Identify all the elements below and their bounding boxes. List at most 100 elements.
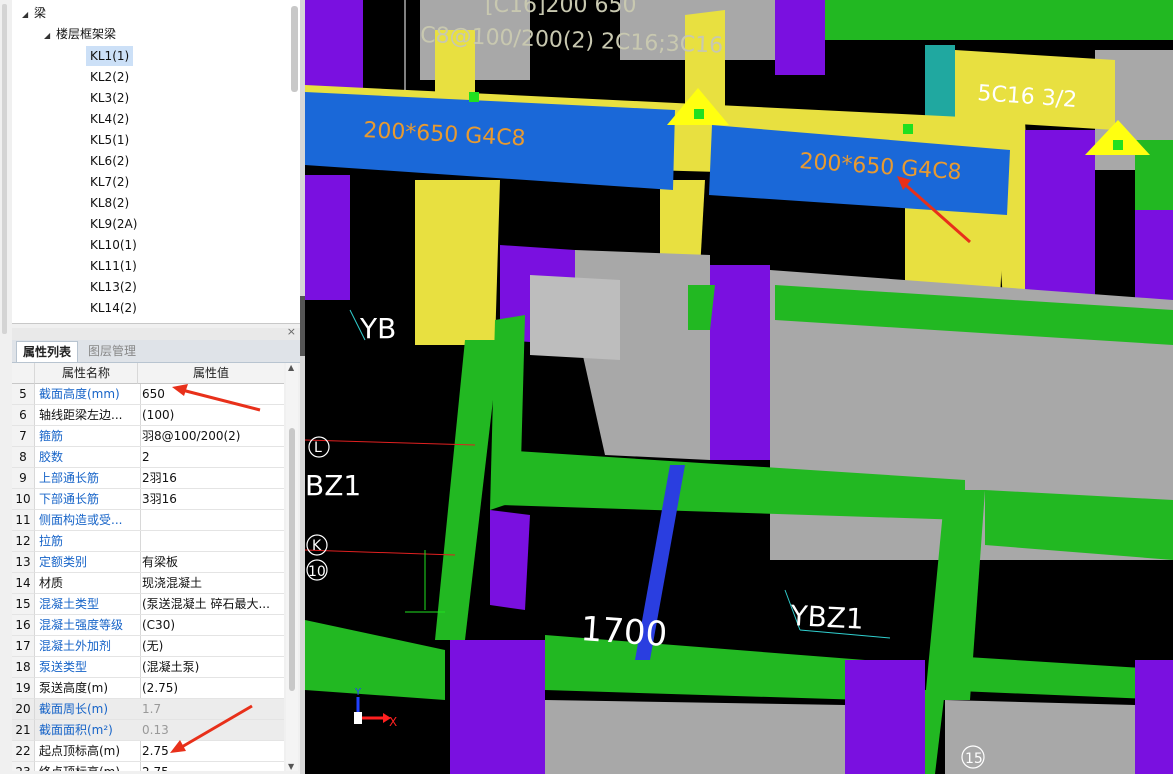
tree-item[interactable]: KL10(1) (90, 235, 137, 255)
row-number: 17 (12, 636, 35, 657)
gizmo-x-label: X (389, 715, 397, 729)
property-grid: 属性名称 属性值 5 截面高度(mm) 650 6 轴线距梁左边... (100) 7 箍筋⽻… (12, 363, 284, 771)
property-name: 侧面构造或受... (35, 510, 141, 531)
dimension-label: 1700 (579, 609, 668, 655)
row-number: 6 (12, 405, 35, 426)
property-value[interactable]: 3⽻16 (138, 489, 284, 510)
grid-scrollbar[interactable]: ▲ ▼ (286, 363, 298, 771)
property-row[interactable]: 21 截面面积(m²) 0.13 (12, 720, 284, 741)
property-value[interactable]: 2⽻16 (138, 468, 284, 489)
tree-item[interactable]: KL13(2) (90, 277, 137, 297)
property-row[interactable]: 6 轴线距梁左边... (100) (12, 405, 284, 426)
property-name: 混凝土强度等级 (35, 615, 141, 636)
property-value[interactable]: 现浇混凝土 (138, 573, 284, 594)
tree-item[interactable]: KL3(2) (90, 88, 129, 108)
collapse-triangle-icon[interactable]: ◢ (44, 26, 56, 46)
property-value[interactable]: 0.13 (138, 720, 284, 741)
property-value[interactable]: (混凝土泵) (138, 657, 284, 678)
property-value[interactable]: (C30) (138, 615, 284, 636)
property-row[interactable]: 9 上部通长筋 2⽻16 (12, 468, 284, 489)
close-icon[interactable]: × (287, 325, 296, 338)
axis-label-15: 15 (965, 751, 983, 767)
tab-property-list[interactable]: 属性列表 (16, 341, 79, 362)
property-name: 轴线距梁左边... (35, 405, 141, 426)
tree-group-frame-beam[interactable]: ◢ 楼层框架梁 (44, 24, 116, 44)
tree-item[interactable]: KL9(2A) (90, 214, 137, 234)
row-number: 14 (12, 573, 35, 594)
property-value[interactable]: (2.75) (138, 678, 284, 699)
gizmo-y-label: Y (354, 687, 362, 698)
property-name: 混凝土类型 (35, 594, 141, 615)
property-name: 材质 (35, 573, 141, 594)
property-row[interactable]: 7 箍筋 ⽻8@100/200(2) (12, 426, 284, 447)
ybz-left-label: BZ1 (305, 469, 361, 502)
property-row[interactable]: 22 起点顶标高(m) 2.75 (12, 741, 284, 762)
collapse-triangle-icon[interactable]: ◢ (22, 5, 34, 25)
property-name: 起点顶标高(m) (35, 741, 141, 762)
tree-item[interactable]: KL11(1) (90, 256, 137, 276)
property-row[interactable]: 5 截面高度(mm) 650 (12, 384, 284, 405)
row-number: 13 (12, 552, 35, 573)
tab-layer-manager[interactable]: 图层管理 (82, 341, 142, 361)
tree-item[interactable]: KL2(2) (90, 67, 129, 87)
tree-item[interactable]: KL4(2) (90, 109, 129, 129)
property-value[interactable]: 2 (138, 447, 284, 468)
property-row[interactable]: 23终点顶标高(m)2.75 (12, 762, 284, 771)
tree-item[interactable]: KL1(1) (86, 46, 134, 66)
property-row[interactable]: 15 混凝土类型 (泵送混凝土 碎石最大... (12, 594, 284, 615)
tree-root-beam[interactable]: ◢ 梁 (22, 3, 46, 23)
axis-label-10: 10 (308, 564, 326, 580)
property-row[interactable]: 16 混凝土强度等级 (C30) (12, 615, 284, 636)
axis-label-L: L (314, 440, 322, 456)
props-tabs: 属性列表 图层管理 (12, 340, 300, 363)
property-value[interactable]: ⽻8@100/200(2) (138, 426, 284, 447)
tree-item[interactable]: KL7(2) (90, 172, 129, 192)
property-row[interactable]: 10 下部通长筋 3⽻16 (12, 489, 284, 510)
model-canvas[interactable]: [C16]200 650 C8@100/200(2) 2C16;3C16 5C1… (305, 0, 1173, 774)
property-value[interactable]: 1.7 (138, 699, 284, 720)
property-row[interactable]: 20 截面周长(m) 1.7 (12, 699, 284, 720)
property-row[interactable]: 18 泵送类型 (混凝土泵) (12, 657, 284, 678)
property-row[interactable]: 13 定额类别 有梁板 (12, 552, 284, 573)
ybz-right-label: YBZ1 (789, 599, 865, 636)
property-row[interactable]: 19 泵送高度(m) (2.75) (12, 678, 284, 699)
property-value[interactable]: 有梁板 (138, 552, 284, 573)
property-name: 截面面积(m²) (35, 720, 141, 741)
property-name: 截面周长(m) (35, 699, 141, 720)
property-row[interactable]: 11 侧面构造或受... (12, 510, 284, 531)
property-value[interactable] (138, 531, 284, 552)
tree-item[interactable]: KL14(2) (90, 298, 137, 318)
row-number: 18 (12, 657, 35, 678)
property-value[interactable]: (无) (138, 636, 284, 657)
tree-scrollbar[interactable] (291, 6, 298, 92)
axis-label-K: K (312, 538, 322, 554)
tree-item[interactable]: KL8(2) (90, 193, 129, 213)
property-value[interactable]: 650 (138, 384, 284, 405)
property-row[interactable]: 14 材质 现浇混凝土 (12, 573, 284, 594)
row-number: 10 (12, 489, 35, 510)
left-edge-scrollbar[interactable] (0, 0, 9, 340)
row-number: 21 (12, 720, 35, 741)
tree-item[interactable]: KL6(2) (90, 151, 129, 171)
scroll-down-icon[interactable]: ▼ (288, 762, 294, 771)
ybz-top-label: YB (359, 312, 396, 345)
grid-scroll-thumb[interactable] (289, 428, 295, 691)
component-tree: ◢ 梁 ◢ 楼层框架梁 KL1(1) KL2(2) KL3(2) KL4(2) KL5(1)… (12, 0, 301, 324)
row-number: 19 (12, 678, 35, 699)
property-value[interactable]: (泵送混凝土 碎石最大... (138, 594, 284, 615)
property-value[interactable] (138, 510, 284, 531)
property-name: 泵送类型 (35, 657, 141, 678)
property-value[interactable]: (100) (138, 405, 284, 426)
tree-item[interactable]: KL5(1) (90, 130, 129, 150)
property-name: 混凝土外加剂 (35, 636, 141, 657)
property-value[interactable]: 2.75 (138, 741, 284, 762)
row-number: 5 (12, 384, 35, 405)
property-row[interactable]: 12 拉筋 (12, 531, 284, 552)
property-row[interactable]: 17 混凝土外加剂 (无) (12, 636, 284, 657)
3d-viewport[interactable]: [C16]200 650 C8@100/200(2) 2C16;3C16 5C1… (305, 0, 1173, 774)
property-value[interactable]: 2.75 (138, 762, 284, 771)
scroll-up-icon[interactable]: ▲ (288, 363, 294, 372)
property-row[interactable]: 8 胶数 2 (12, 447, 284, 468)
property-name: 胶数 (35, 447, 141, 468)
row-number: 8 (12, 447, 35, 468)
